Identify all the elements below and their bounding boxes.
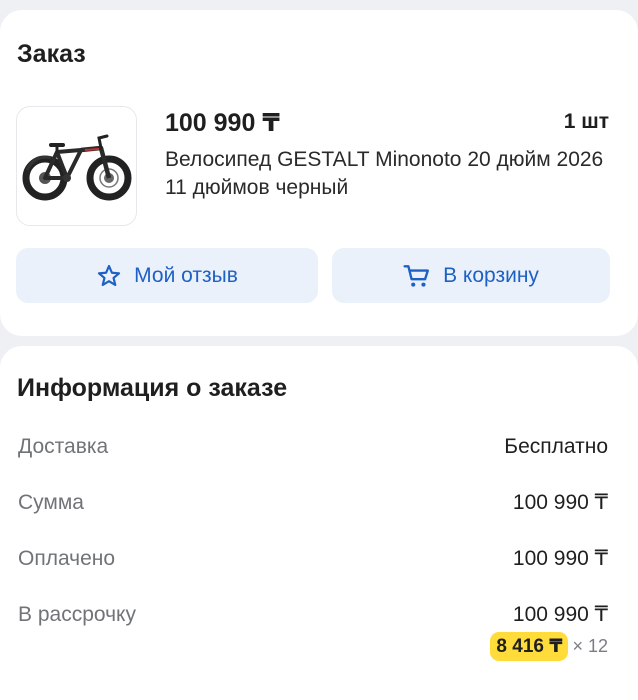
product-price: 100 990 ₸ xyxy=(165,109,280,137)
product-thumbnail[interactable] xyxy=(16,106,137,226)
order-card: Заказ 100 990 ₸ 1 шт Велосипед GESTALT M… xyxy=(0,10,638,336)
installment-months: × 12 xyxy=(572,636,608,656)
order-info-card: Информация о заказе Доставка Бесплатно С… xyxy=(0,346,638,700)
info-row-label: Сумма xyxy=(18,491,84,514)
info-row-installment: В рассрочку 100 990 ₸ xyxy=(18,602,608,627)
info-row-value: 100 990 ₸ xyxy=(512,547,608,570)
info-row-label: В рассрочку xyxy=(18,603,136,626)
cart-icon xyxy=(403,264,430,287)
info-row-label: Доставка xyxy=(18,435,109,458)
star-outline-icon xyxy=(97,264,121,286)
info-row-sum: Сумма 100 990 ₸ xyxy=(18,490,608,515)
info-row-value: Бесплатно xyxy=(504,435,608,458)
bicycle-image xyxy=(22,134,131,201)
installment-monthly-badge: 8 416 ₸ xyxy=(490,632,569,661)
my-review-label: Мой отзыв xyxy=(134,263,238,287)
info-row-value: 100 990 ₸ xyxy=(512,603,608,626)
my-review-button[interactable]: Мой отзыв xyxy=(16,248,318,303)
order-info-heading: Информация о заказе xyxy=(17,374,288,402)
installment-plan: 8 416 ₸ × 12 xyxy=(490,632,608,661)
add-to-cart-button[interactable]: В корзину xyxy=(332,248,610,303)
order-heading: Заказ xyxy=(17,40,86,68)
product-quantity: 1 шт xyxy=(563,110,609,133)
info-row-delivery: Доставка Бесплатно xyxy=(18,434,608,459)
info-row-label: Оплачено xyxy=(18,547,116,570)
product-title[interactable]: Велосипед GESTALT Minonoto 20 дюйм 2026 … xyxy=(165,146,615,202)
add-to-cart-label: В корзину xyxy=(443,263,539,287)
info-row-paid: Оплачено 100 990 ₸ xyxy=(18,546,608,571)
info-row-value: 100 990 ₸ xyxy=(512,491,608,514)
